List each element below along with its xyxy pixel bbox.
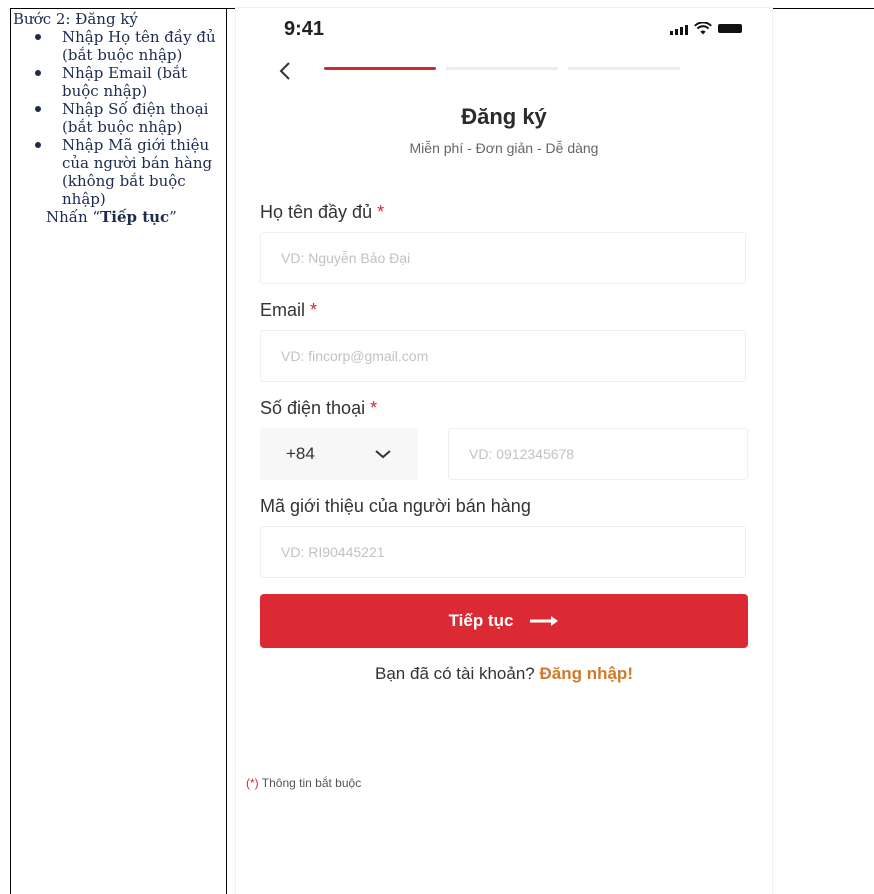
instruction-item: Nhập Số điện thoại (bắt buộc nhập)	[35, 100, 224, 136]
bullet-icon	[35, 70, 41, 76]
status-icons	[670, 22, 742, 35]
table-border-left	[10, 8, 11, 894]
signal-icon	[670, 25, 688, 35]
progress-step	[324, 67, 436, 70]
progress-step	[446, 67, 558, 70]
email-label: Email *	[260, 300, 318, 320]
referral-label: Mã giới thiệu của người bán hàng	[260, 496, 531, 516]
chevron-left-icon	[279, 62, 290, 80]
required-mark: *	[377, 202, 385, 222]
phone-label: Số điện thoại *	[260, 398, 378, 418]
full-name-input[interactable]	[260, 232, 746, 284]
required-mark: *	[310, 300, 318, 320]
press-instruction: Nhấn “Tiếp tục”	[46, 208, 177, 226]
login-link[interactable]: Đăng nhập!	[539, 664, 633, 683]
country-code-value: +84	[286, 444, 315, 463]
required-mark: *	[370, 398, 378, 418]
instructions-panel: Bước 2: Đăng ký Nhập Họ tên đầy đủ (bắt …	[12, 10, 224, 226]
bullet-icon	[35, 34, 41, 40]
progress-steps	[324, 67, 680, 70]
step-title: Bước 2: Đăng ký	[13, 10, 138, 28]
bullet-icon	[35, 106, 41, 112]
press-action: Tiếp tục	[100, 208, 170, 226]
back-button[interactable]	[278, 60, 292, 84]
bullet-icon	[35, 142, 41, 148]
instruction-item: Nhập Email (bắt buộc nhập)	[35, 64, 224, 100]
full-name-label: Họ tên đầy đủ *	[260, 202, 385, 222]
phone-screen: 9:41 Đăng ký Miễn phí - Đơn giản - Dễ dà…	[236, 8, 772, 894]
required-footnote: (*) Thông tin bắt buộc	[246, 776, 362, 790]
instruction-item: Nhập Họ tên đầy đủ (bắt buộc nhập)	[35, 28, 224, 64]
page-title: Đăng ký	[461, 104, 547, 129]
status-time: 9:41	[284, 18, 325, 40]
continue-button-label: Tiếp tục	[448, 611, 514, 630]
instruction-item: Nhập Mã giới thiệu của người bán hàng (k…	[35, 136, 224, 208]
country-code-select[interactable]: +84	[260, 428, 418, 480]
progress-step	[568, 67, 680, 70]
arrow-right-icon	[530, 616, 559, 626]
continue-button[interactable]: Tiếp tục	[260, 594, 748, 648]
referral-input[interactable]	[260, 526, 746, 578]
table-border-middle	[226, 8, 227, 894]
instruction-list: Nhập Họ tên đầy đủ (bắt buộc nhập) Nhập …	[12, 28, 224, 208]
wifi-icon	[694, 22, 712, 35]
chevron-down-icon	[375, 450, 391, 459]
email-input[interactable]	[260, 330, 746, 382]
page-subtitle: Miễn phí - Đơn giản - Dễ dàng	[409, 140, 599, 156]
battery-icon	[718, 24, 742, 33]
phone-input[interactable]	[448, 428, 748, 480]
login-prompt: Bạn đã có tài khoản? Đăng nhập!	[375, 664, 633, 683]
